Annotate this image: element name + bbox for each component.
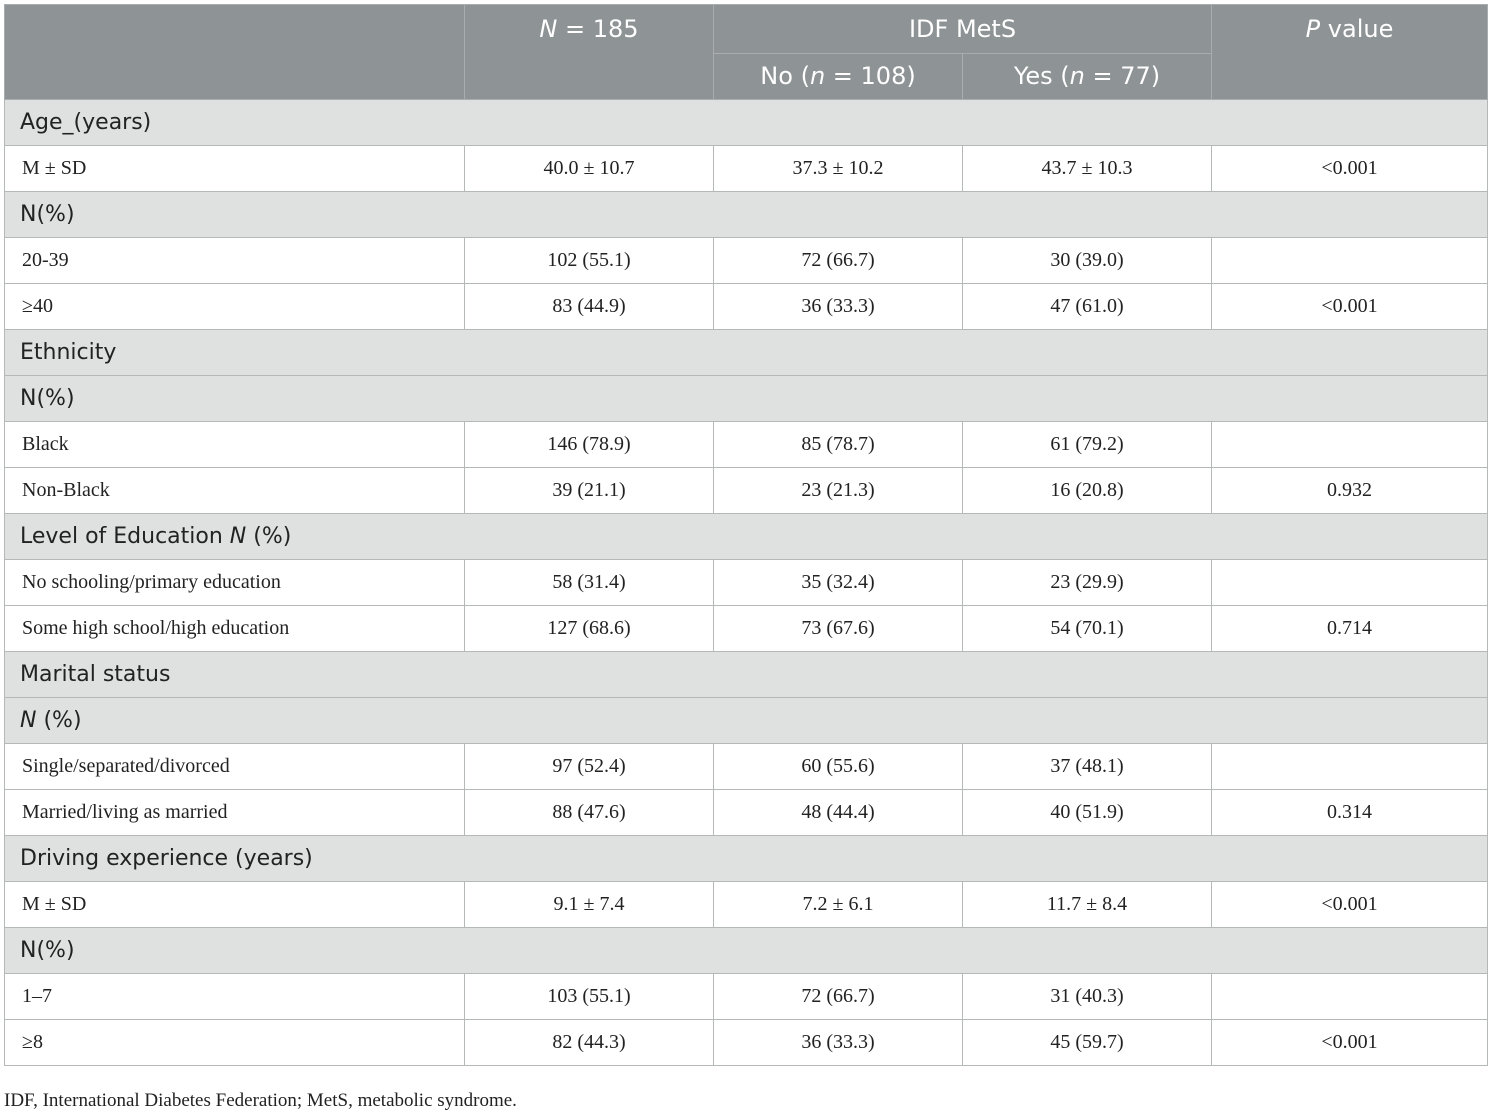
no-mets-cell: 85 (78.7)	[713, 421, 963, 468]
row-label: Black	[4, 421, 465, 468]
no-mets-cell: 35 (32.4)	[713, 559, 963, 606]
section-row-age: Age_(years)	[3, 99, 1489, 146]
section-label: N(%)	[3, 191, 1489, 238]
p-value-cell: 0.714	[1211, 605, 1489, 652]
row-label: Some high school/high education	[4, 605, 465, 652]
section-label: Level of Education N (%)	[3, 513, 1489, 560]
metabolic-syndrome-table: N = 185 IDF MetS P value No (n = 108) Ye…	[3, 4, 1489, 1066]
yes-mets-cell: 30 (39.0)	[961, 237, 1213, 284]
total-cell: 146 (78.9)	[464, 421, 714, 468]
p-value-cell	[1211, 743, 1489, 790]
no-mets-cell: 36 (33.3)	[713, 283, 963, 330]
yes-mets-cell: 11.7 ± 8.4	[961, 881, 1213, 928]
total-cell: 82 (44.3)	[464, 1019, 714, 1066]
row-label: Single/separated/divorced	[4, 743, 465, 790]
no-mets-cell: 23 (21.3)	[713, 467, 963, 514]
row-label: Married/living as married	[4, 789, 465, 836]
total-cell: 83 (44.9)	[464, 283, 714, 330]
yes-mets-cell: 43.7 ± 10.3	[961, 145, 1213, 192]
section-row-age-npct: N(%)	[3, 191, 1489, 238]
yes-mets-cell: 40 (51.9)	[961, 789, 1213, 836]
row-label: 1–7	[4, 973, 465, 1020]
yes-mets-cell: 45 (59.7)	[961, 1019, 1213, 1066]
section-row-marital: Marital status	[3, 651, 1489, 698]
section-label: N(%)	[3, 927, 1489, 974]
yes-mets-cell: 31 (40.3)	[961, 973, 1213, 1020]
section-label: Driving experience (years)	[3, 835, 1489, 882]
row-label: M ± SD	[4, 881, 465, 928]
section-row-ethnicity-npct: N(%)	[3, 375, 1489, 422]
yes-mets-cell: 37 (48.1)	[961, 743, 1213, 790]
total-cell: 102 (55.1)	[464, 237, 714, 284]
yes-mets-cell: 23 (29.9)	[961, 559, 1213, 606]
header-total: N = 185	[464, 4, 714, 100]
p-value-cell	[1211, 559, 1489, 606]
no-mets-cell: 37.3 ± 10.2	[713, 145, 963, 192]
section-row-marital-npct: N (%)	[3, 697, 1489, 744]
p-value-cell	[1211, 973, 1489, 1020]
section-row-driving: Driving experience (years)	[3, 835, 1489, 882]
table-row: No schooling/primary education 58 (31.4) 3…	[4, 559, 1489, 606]
section-label: Ethnicity	[3, 329, 1489, 376]
section-row-driving-npct: N(%)	[3, 927, 1489, 974]
yes-mets-cell: 16 (20.8)	[961, 467, 1213, 514]
no-mets-cell: 73 (67.6)	[713, 605, 963, 652]
no-mets-cell: 48 (44.4)	[713, 789, 963, 836]
row-label: ≥8	[4, 1019, 465, 1066]
p-value-cell: <0.001	[1211, 283, 1489, 330]
section-row-ethnicity: Ethnicity	[3, 329, 1489, 376]
section-row-education: Level of Education N (%)	[3, 513, 1489, 560]
p-value-cell: <0.001	[1211, 881, 1489, 928]
yes-mets-cell: 61 (79.2)	[961, 421, 1213, 468]
no-mets-cell: 72 (66.7)	[713, 973, 963, 1020]
total-cell: 88 (47.6)	[464, 789, 714, 836]
table-row: ≥8 82 (44.3) 36 (33.3) 45 (59.7) <0.001	[4, 1019, 1489, 1066]
total-cell: 9.1 ± 7.4	[464, 881, 714, 928]
footnote: IDF, International Diabetes Federation; …	[4, 1090, 517, 1111]
table-row: 20-39 102 (55.1) 72 (66.7) 30 (39.0)	[4, 237, 1489, 284]
table-row: ≥40 83 (44.9) 36 (33.3) 47 (61.0) <0.001	[4, 283, 1489, 330]
header-yes: Yes (n = 77)	[961, 53, 1213, 100]
table-row: Single/separated/divorced 97 (52.4) 60 (55…	[4, 743, 1489, 790]
total-cell: 40.0 ± 10.7	[464, 145, 714, 192]
section-label: N(%)	[3, 375, 1489, 422]
table-row: M ± SD 40.0 ± 10.7 37.3 ± 10.2 43.7 ± 10.3 <…	[4, 145, 1489, 192]
table-row: Non-Black 39 (21.1) 23 (21.3) 16 (20.8) 0.93…	[4, 467, 1489, 514]
total-cell: 127 (68.6)	[464, 605, 714, 652]
section-label: Age_(years)	[3, 99, 1489, 146]
header-idf-mets: IDF MetS	[712, 4, 1213, 54]
table-container: N = 185 IDF MetS P value No (n = 108) Ye…	[3, 4, 1489, 1066]
row-label: M ± SD	[4, 145, 465, 192]
row-label: 20-39	[4, 237, 465, 284]
table-row: Married/living as married 88 (47.6) 48 (44…	[4, 789, 1489, 836]
section-label: N (%)	[3, 697, 1489, 744]
section-label: Marital status	[3, 651, 1489, 698]
total-cell: 103 (55.1)	[464, 973, 714, 1020]
total-cell: 97 (52.4)	[464, 743, 714, 790]
no-mets-cell: 60 (55.6)	[713, 743, 963, 790]
row-label: Non-Black	[4, 467, 465, 514]
yes-mets-cell: 54 (70.1)	[961, 605, 1213, 652]
table-row: Some high school/high education 127 (68.6…	[4, 605, 1489, 652]
total-cell: 39 (21.1)	[464, 467, 714, 514]
header-p-value: P value	[1211, 4, 1489, 100]
header-no: No (n = 108)	[713, 53, 963, 100]
row-label: ≥40	[4, 283, 465, 330]
total-cell: 58 (31.4)	[464, 559, 714, 606]
p-value-cell	[1211, 421, 1489, 468]
p-value-cell: <0.001	[1211, 145, 1489, 192]
header-blank	[4, 4, 465, 100]
yes-mets-cell: 47 (61.0)	[961, 283, 1213, 330]
no-mets-cell: 36 (33.3)	[713, 1019, 963, 1066]
p-value-cell	[1211, 237, 1489, 284]
p-value-cell: 0.932	[1211, 467, 1489, 514]
p-value-cell: <0.001	[1211, 1019, 1489, 1066]
row-label: No schooling/primary education	[4, 559, 465, 606]
no-mets-cell: 7.2 ± 6.1	[713, 881, 963, 928]
table-row: M ± SD 9.1 ± 7.4 7.2 ± 6.1 11.7 ± 8.4 <0.001	[4, 881, 1489, 928]
table-row: Black 146 (78.9) 85 (78.7) 61 (79.2)	[4, 421, 1489, 468]
no-mets-cell: 72 (66.7)	[713, 237, 963, 284]
table-row: 1–7 103 (55.1) 72 (66.7) 31 (40.3)	[4, 973, 1489, 1020]
p-value-cell: 0.314	[1211, 789, 1489, 836]
